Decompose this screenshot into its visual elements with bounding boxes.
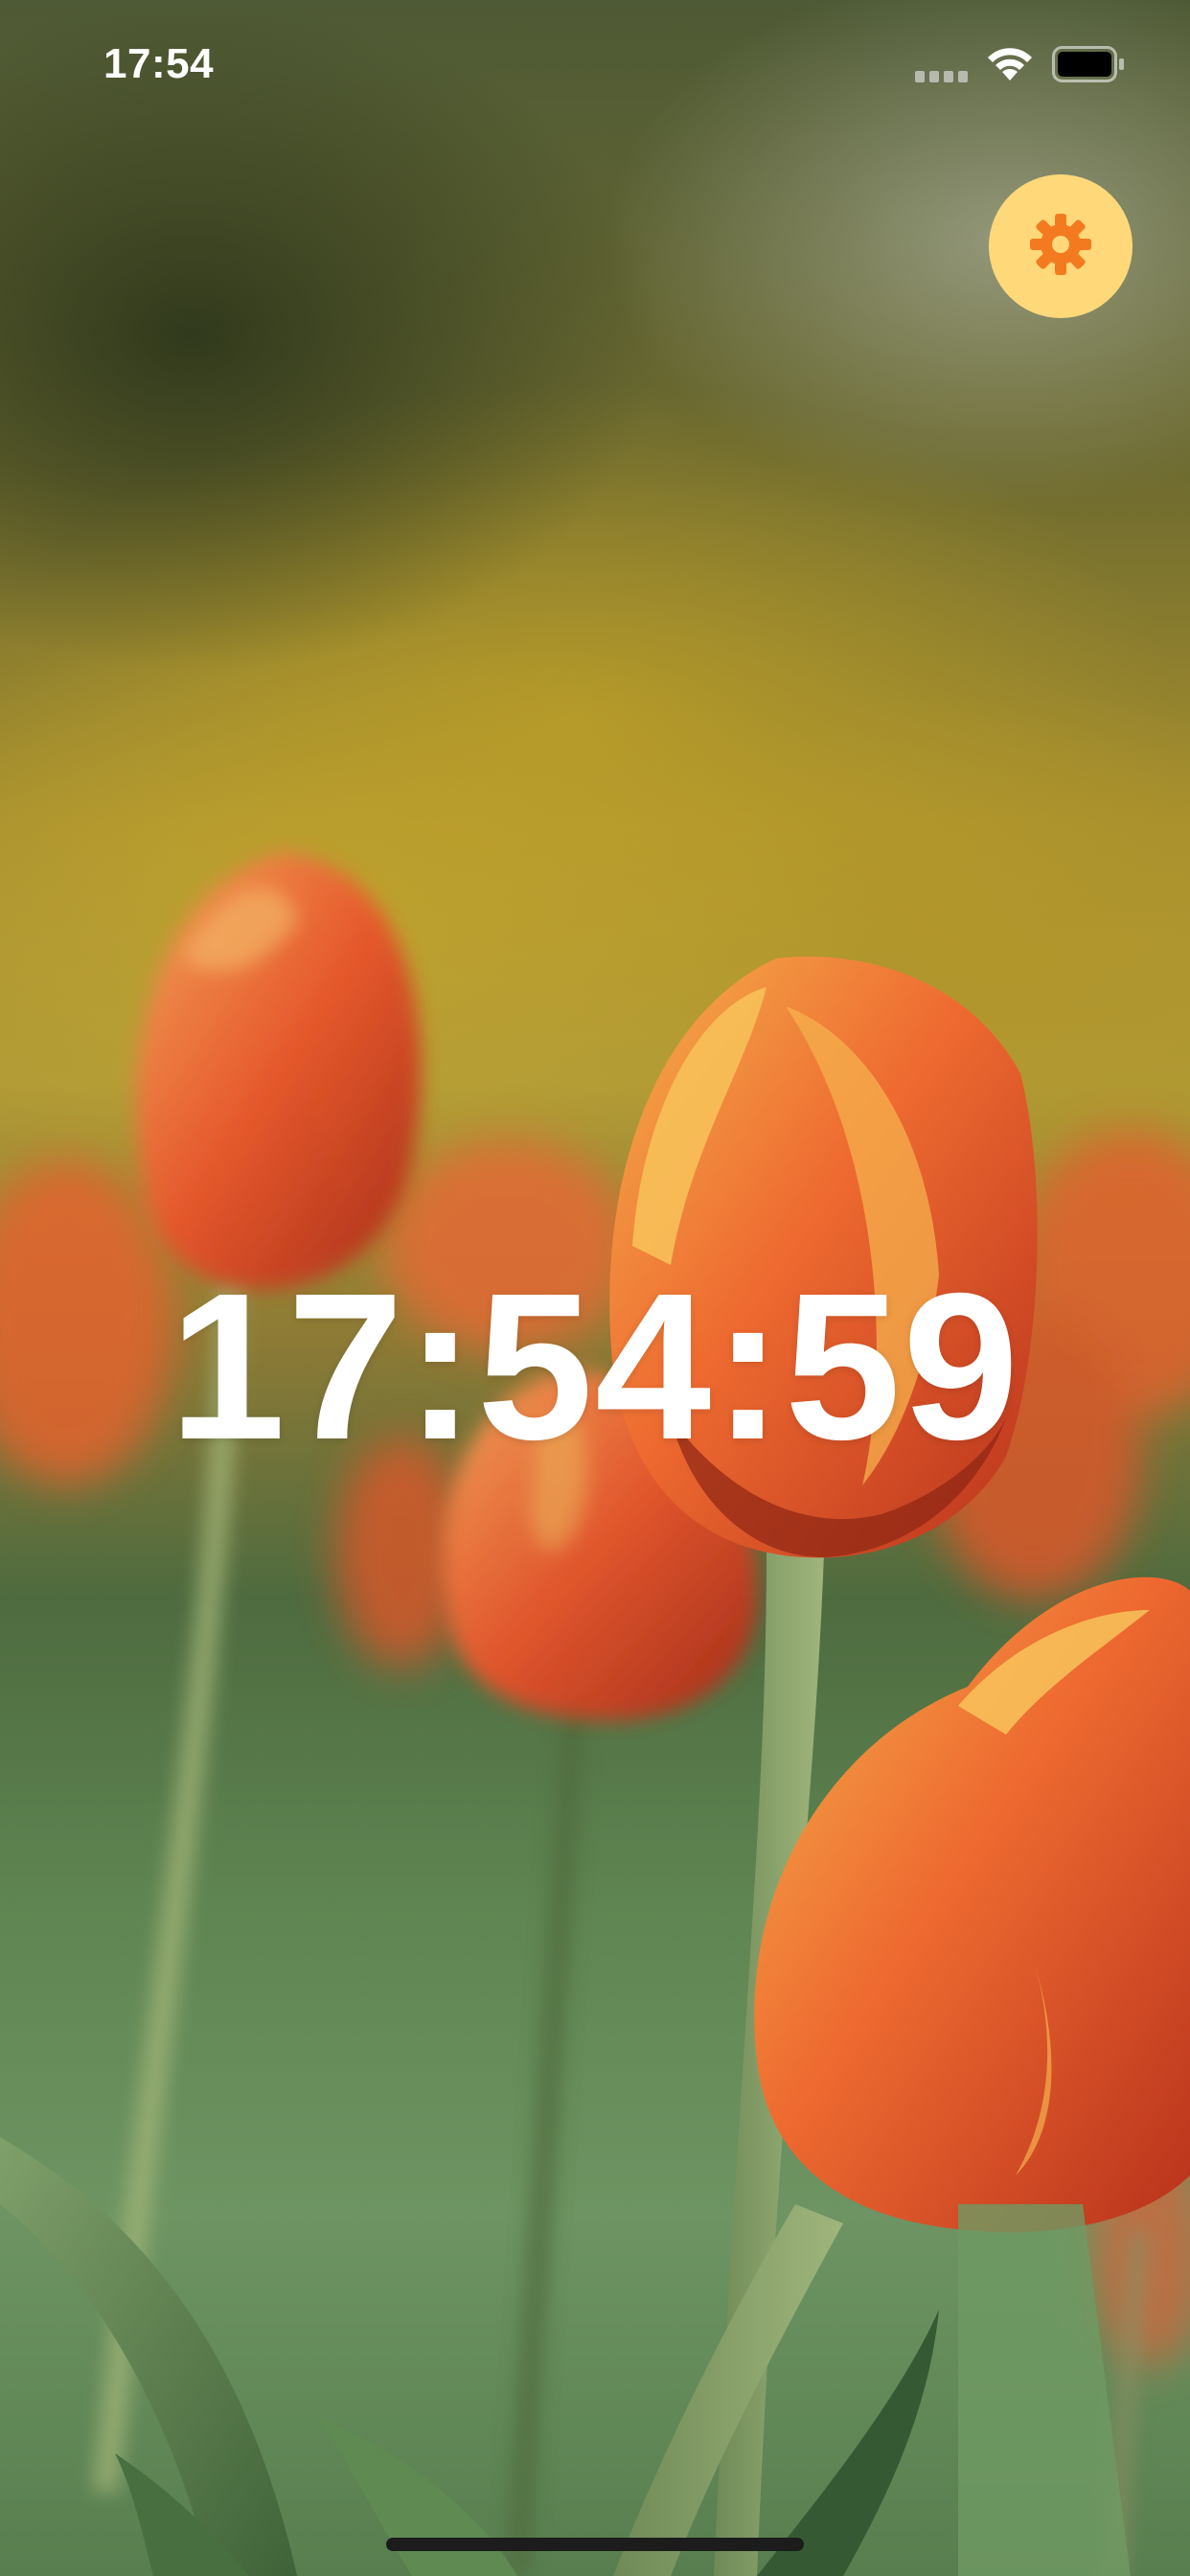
status-bar: 17:54	[0, 0, 1190, 126]
cellular-signal-icon	[915, 70, 971, 87]
status-time: 17:54	[103, 40, 215, 87]
screen: 17:54 17:54:59	[0, 0, 1190, 2576]
battery-icon	[1052, 46, 1125, 87]
wifi-icon	[985, 44, 1035, 87]
home-indicator[interactable]	[386, 2538, 804, 2551]
gear-icon	[1028, 212, 1093, 282]
clock-display: 17:54:59	[169, 1251, 1021, 1484]
settings-button[interactable]	[989, 174, 1133, 318]
